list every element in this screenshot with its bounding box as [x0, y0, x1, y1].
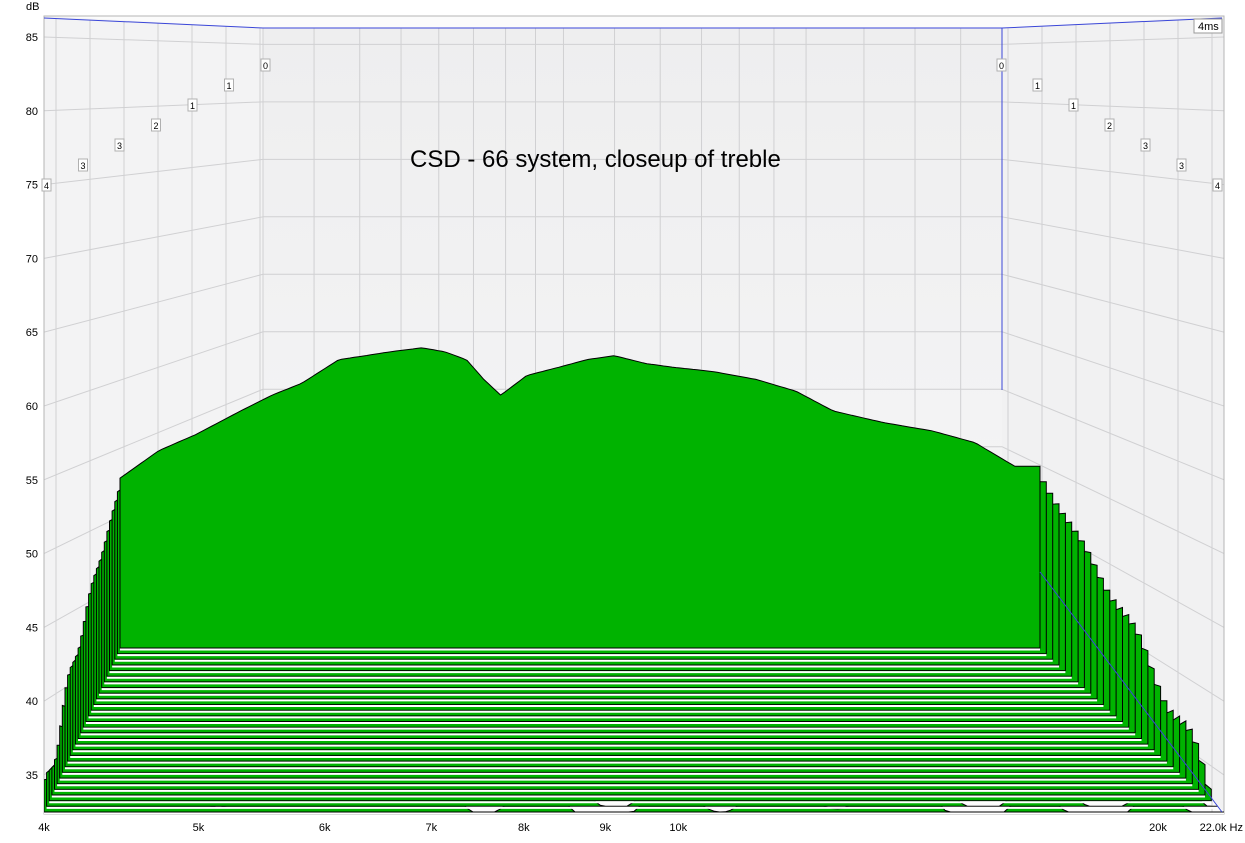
time-tick-right-5: 3	[1176, 158, 1187, 172]
chart-svg: 35404550556065707580854k 5k 6k 7k 8k 9k 10k 20k…	[26, 1, 1243, 834]
y-tick-label-50: 50	[26, 549, 38, 561]
x-tick-label-2: 6k	[319, 822, 331, 834]
y-tick-label-85: 85	[26, 32, 38, 44]
svg-text:1: 1	[1035, 81, 1040, 91]
y-tick-label-65: 65	[26, 327, 38, 339]
y-tick-label-35: 35	[26, 770, 38, 782]
svg-text:1: 1	[1071, 101, 1076, 111]
x-tick-label-0: 4k	[38, 822, 50, 834]
svg-text:3: 3	[80, 161, 85, 171]
time-tick-right-4: 3	[1140, 138, 1151, 152]
svg-text:1: 1	[226, 81, 231, 91]
time-tick-left-1: 1	[224, 78, 234, 92]
x-tick-label-5: 9k	[600, 822, 612, 834]
csd-waterfall-chart: 35 40 45 50 55 60 65 70 75 80 85 4k 5k 6k 7k 8k 9k 10k 20k…	[0, 0, 1245, 838]
time-tick-left-5: 3	[78, 158, 88, 172]
time-tick-right-1: 1	[1032, 78, 1043, 92]
svg-text:4: 4	[1215, 181, 1220, 191]
x-tick-label-4: 8k	[518, 822, 530, 834]
y-tick-label-75: 75	[26, 180, 38, 192]
y-tick-label-80: 80	[26, 106, 38, 118]
chart-title: CSD - 66 system, closeup of treble	[410, 146, 781, 173]
time-tick-right-2: 1	[1068, 98, 1079, 112]
y-tick-label-40: 40	[26, 696, 38, 708]
x-tick-label-6: 10k	[669, 822, 687, 834]
y-tick-label-45: 45	[26, 622, 38, 634]
y-tick-label-60: 60	[26, 401, 38, 413]
time-tick-right-0: 0	[996, 58, 1007, 72]
svg-text:4: 4	[44, 181, 49, 191]
svg-text:3: 3	[1179, 161, 1184, 171]
time-tick-right-3: 2	[1104, 118, 1115, 132]
time-tick-left-6: 4	[41, 178, 52, 192]
svg-text:0: 0	[263, 61, 268, 71]
time-tick-left-0: 0	[260, 58, 271, 72]
y-axis-unit-label: dB	[26, 1, 39, 13]
time-tick-left-4: 3	[114, 138, 125, 152]
y-tick-label-55: 55	[26, 475, 38, 487]
time-unit-label: 4ms	[1198, 21, 1219, 33]
svg-text:1: 1	[190, 101, 195, 111]
svg-text:3: 3	[1143, 141, 1148, 151]
svg-text:3: 3	[117, 141, 122, 151]
svg-text:2: 2	[153, 121, 158, 131]
time-tick-left-3: 2	[151, 118, 161, 132]
x-tick-label-7: 20k	[1149, 822, 1167, 834]
x-tick-label-1: 5k	[193, 822, 205, 834]
x-tick-label-8: 22.0k Hz	[1200, 822, 1243, 834]
svg-text:2: 2	[1107, 121, 1112, 131]
svg-text:0: 0	[999, 61, 1004, 71]
x-tick-label-3: 7k	[426, 822, 438, 834]
time-tick-left-2: 1	[187, 98, 198, 112]
time-tick-right-6: 4	[1212, 178, 1223, 192]
time-unit-box: 4ms	[1193, 18, 1223, 34]
y-tick-label-70: 70	[26, 253, 38, 265]
